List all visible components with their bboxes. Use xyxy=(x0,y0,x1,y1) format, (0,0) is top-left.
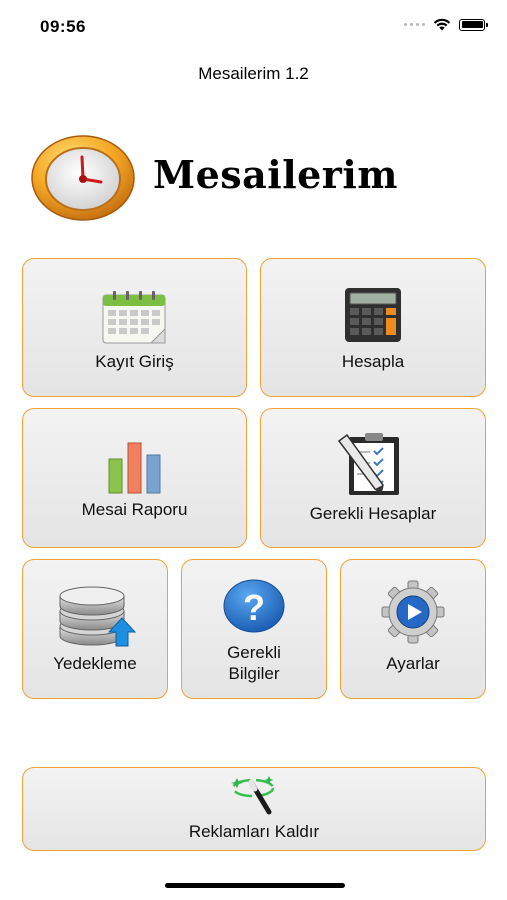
database-upload-icon xyxy=(59,586,136,647)
calendar-icon xyxy=(102,291,166,344)
clock-icon xyxy=(31,135,135,221)
nav-title: Mesailerim 1.2 xyxy=(198,64,309,83)
gear-play-icon xyxy=(381,580,445,644)
wifi-icon xyxy=(433,18,451,31)
home-indicator[interactable] xyxy=(165,883,345,888)
calculator-icon xyxy=(345,288,401,342)
battery-icon xyxy=(459,18,488,31)
hesapla-button[interactable]: Hesapla xyxy=(260,258,486,397)
status-time: 09:56 xyxy=(40,17,86,36)
mesai-raporu-label: Mesai Raporu xyxy=(81,500,188,519)
gerekli-bilgiler-button[interactable]: ? Gerekli Bilgiler xyxy=(181,559,327,699)
ayarlar-button[interactable]: Ayarlar xyxy=(340,559,486,699)
gerekli-bilgiler-line1: Gerekli xyxy=(227,643,281,662)
gerekli-hesaplar-button[interactable]: Gerekli Hesaplar xyxy=(260,408,486,548)
signal-dots-icon xyxy=(404,23,425,26)
bar-chart-icon xyxy=(108,442,161,494)
svg-text:?: ? xyxy=(243,587,265,628)
yedekleme-button[interactable]: Yedekleme xyxy=(22,559,168,699)
checklist-icon xyxy=(337,433,399,495)
kayit-giris-button[interactable]: Kayıt Giriş xyxy=(22,258,247,397)
yedekleme-label: Yedekleme xyxy=(53,654,137,673)
magic-wand-icon xyxy=(231,776,275,815)
gerekli-hesaplar-label: Gerekli Hesaplar xyxy=(309,504,437,523)
ayarlar-label: Ayarlar xyxy=(386,654,440,673)
hesapla-label: Hesapla xyxy=(341,352,405,371)
status-bar: 09:56 xyxy=(0,0,507,50)
gerekli-bilgiler-line2: Bilgiler xyxy=(228,664,280,683)
question-icon: ? xyxy=(223,579,285,633)
reklamlari-kaldir-button[interactable]: Reklamları Kaldır xyxy=(22,767,486,851)
gerekli-bilgiler-label: Gerekli Bilgiler xyxy=(182,642,326,684)
app-logo-text: Mesailerim xyxy=(153,152,398,197)
kayit-giris-label: Kayıt Giriş xyxy=(95,352,174,371)
reklamlari-kaldir-label: Reklamları Kaldır xyxy=(188,822,320,841)
mesai-raporu-button[interactable]: Mesai Raporu xyxy=(22,408,247,548)
status-icons xyxy=(404,18,488,31)
